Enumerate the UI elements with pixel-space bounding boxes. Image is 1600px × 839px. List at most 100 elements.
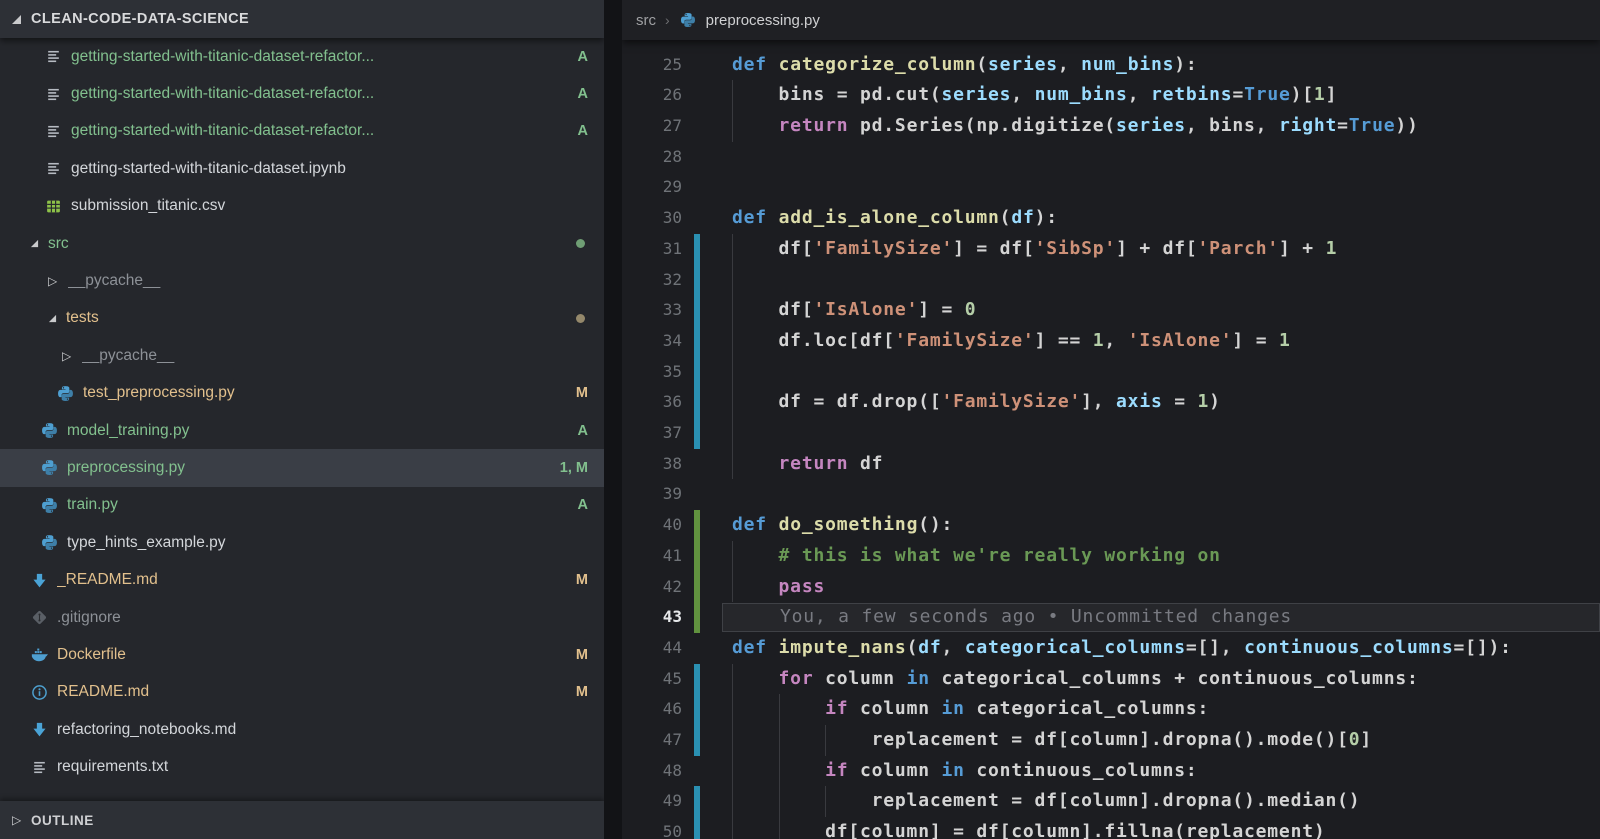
code-line-44[interactable]: 44 def impute_nans(df, categorical_column… <box>622 633 1600 664</box>
line-number: 41 <box>662 545 682 565</box>
notebook-icon <box>44 85 62 103</box>
explorer-section-header[interactable]: CLEAN-CODE-DATA-SCIENCE <box>0 0 604 38</box>
gutter-added-indicator <box>694 571 700 603</box>
text-icon <box>30 758 48 776</box>
chevron-collapsed-icon: ▷ <box>62 348 72 363</box>
python-icon <box>56 384 74 402</box>
code-line-36[interactable]: 36 df = df.drop(['FamilySize'], axis = 1… <box>622 387 1600 419</box>
file-row--readme-md[interactable]: _README.md M <box>0 561 604 598</box>
code-editor[interactable]: 2425def categorize_column(series, num_bi… <box>622 0 1600 839</box>
code-text: return pd.Series(np.digitize(series, bin… <box>732 115 1419 137</box>
code-text: def categorize_column(series, num_bins): <box>732 53 1198 75</box>
file-tree: getting-started-with-titanic-dataset-ref… <box>0 38 604 801</box>
file-name: model_training.py <box>67 421 190 439</box>
git-status-dot <box>576 239 585 249</box>
code-line-32[interactable]: 32 <box>622 264 1600 296</box>
code-line-30[interactable]: 30 def add_is_alone_column(df): <box>622 203 1600 234</box>
line-number: 30 <box>662 208 682 228</box>
python-icon <box>40 422 58 440</box>
code-line-25[interactable]: 25 def categorize_column(series, num_bins… <box>622 50 1600 81</box>
file-row--gitignore[interactable]: .gitignore <box>0 599 604 636</box>
outline-label: OUTLINE <box>31 812 94 828</box>
chevron-expanded-icon <box>12 14 21 24</box>
file-row-getting-started-with-titanic-dataset-refactor-[interactable]: getting-started-with-titanic-dataset-ref… <box>0 38 604 75</box>
git-status-badge: A <box>577 497 588 514</box>
code-line-31[interactable]: 31 df['FamilySize'] = df['SibSp'] + df['… <box>622 233 1600 265</box>
file-row-submission-titanic-csv[interactable]: submission_titanic.csv <box>0 188 604 225</box>
file-row-type-hints-example-py[interactable]: type_hints_example.py <box>0 524 604 561</box>
line-number: 47 <box>662 730 682 750</box>
code-line-26[interactable]: 26 bins = pd.cut(series, num_bins, retbi… <box>622 80 1600 112</box>
file-row-train-py[interactable]: train.py A <box>0 487 604 524</box>
code-text: for column in categorical_columns + cont… <box>732 667 1419 689</box>
code-line-29[interactable]: 29 <box>622 172 1600 203</box>
line-number: 35 <box>662 361 682 381</box>
line-number: 50 <box>662 822 682 839</box>
gutter-modified-indicator <box>694 264 700 296</box>
file-row-refactoring-notebooks-md[interactable]: refactoring_notebooks.md <box>0 711 604 748</box>
project-title: CLEAN-CODE-DATA-SCIENCE <box>31 11 250 27</box>
code-line-45[interactable]: 45 for column in categorical_columns + c… <box>622 663 1600 695</box>
file-row-getting-started-with-titanic-dataset-refactor-[interactable]: getting-started-with-titanic-dataset-ref… <box>0 75 604 112</box>
file-name: requirements.txt <box>57 758 169 776</box>
file-row-readme-md[interactable]: README.md M <box>0 674 604 711</box>
csv-icon <box>44 197 62 215</box>
outline-section-header[interactable]: ▷ OUTLINE <box>0 801 604 839</box>
code-line-49[interactable]: 49 replacement = df[column].dropna().med… <box>622 786 1600 818</box>
code-line-39[interactable]: 39 <box>622 479 1600 510</box>
folder-row--pycache-[interactable]: ▷ __pycache__ <box>0 337 604 374</box>
vscode-window: CLEAN-CODE-DATA-SCIENCE getting-started-… <box>0 0 1600 839</box>
line-number: 32 <box>662 269 682 289</box>
line-number: 42 <box>662 576 682 596</box>
file-row-getting-started-with-titanic-dataset-refactor-[interactable]: getting-started-with-titanic-dataset-ref… <box>0 113 604 150</box>
pane-divider[interactable] <box>604 0 622 839</box>
folder-row-tests[interactable]: tests <box>0 300 604 337</box>
folder-row-src[interactable]: src <box>0 225 604 262</box>
code-line-40[interactable]: 40 def do_something(): <box>622 510 1600 541</box>
line-number: 40 <box>662 515 682 535</box>
file-name: getting-started-with-titanic-dataset-ref… <box>71 47 375 65</box>
code-line-42[interactable]: 42 pass <box>622 571 1600 603</box>
line-number: 48 <box>662 760 682 780</box>
code-line-43[interactable]: 43 You, a few seconds ago • Uncommitted c… <box>622 602 1600 633</box>
file-row-preprocessing-py[interactable]: preprocessing.py 1, M <box>0 449 604 487</box>
code-line-50[interactable]: 50 df[column] = df[column].fillna(replac… <box>622 817 1600 839</box>
code-line-27[interactable]: 27 return pd.Series(np.digitize(series, … <box>622 111 1600 142</box>
git-status-badge: M <box>575 572 588 589</box>
code-line-35[interactable]: 35 <box>622 356 1600 388</box>
file-name: getting-started-with-titanic-dataset-ref… <box>71 122 375 140</box>
code-line-41[interactable]: 41 # this is what we're really working o… <box>622 540 1600 572</box>
code-text: if column in categorical_columns: <box>732 698 1210 720</box>
code-line-33[interactable]: 33 df['IsAlone'] = 0 <box>622 295 1600 326</box>
file-name: submission_titanic.csv <box>71 197 226 215</box>
breadcrumb-folder[interactable]: src <box>636 12 656 29</box>
line-number: 31 <box>662 238 682 258</box>
code-line-46[interactable]: 46 if column in categorical_columns: <box>622 694 1600 726</box>
gutter-modified-indicator <box>694 387 700 419</box>
file-row-model-training-py[interactable]: model_training.py A <box>0 412 604 449</box>
folder-row--pycache-[interactable]: ▷ __pycache__ <box>0 262 604 299</box>
code-line-47[interactable]: 47 replacement = df[column].dropna().mod… <box>622 725 1600 756</box>
file-row-test-preprocessing-py[interactable]: test_preprocessing.py M <box>0 375 604 412</box>
code-line-37[interactable]: 37 <box>622 418 1600 449</box>
file-row-requirements-txt[interactable]: requirements.txt <box>0 748 604 785</box>
gutter-modified-indicator <box>694 817 700 839</box>
breadcrumb-file[interactable]: preprocessing.py <box>706 12 820 29</box>
code-line-28[interactable]: 28 <box>622 142 1600 173</box>
code-text: replacement = df[column].dropna().mode()… <box>732 729 1373 751</box>
indent-guide <box>732 356 733 388</box>
file-row-getting-started-with-titanic-dataset-ipynb[interactable]: getting-started-with-titanic-dataset.ipy… <box>0 150 604 187</box>
code-line-34[interactable]: 34 df.loc[df['FamilySize'] == 1, 'IsAlon… <box>622 325 1600 357</box>
code-line-38[interactable]: 38 return df <box>622 448 1600 480</box>
file-row-dockerfile[interactable]: Dockerfile M <box>0 636 604 673</box>
code-line-48[interactable]: 48 if column in continuous_columns: <box>622 755 1600 787</box>
file-name: getting-started-with-titanic-dataset.ipy… <box>71 159 346 177</box>
code-text: return df <box>732 452 884 474</box>
info-icon <box>30 683 48 701</box>
code-text: def add_is_alone_column(df): <box>732 207 1058 229</box>
python-icon <box>40 496 58 514</box>
chevron-collapsed-icon: ▷ <box>12 813 22 827</box>
code-text: def impute_nans(df, categorical_columns=… <box>732 636 1512 658</box>
gitlens-blame-annotation: You, a few seconds ago • Uncommitted cha… <box>722 603 1600 633</box>
gutter-modified-indicator <box>694 786 700 818</box>
